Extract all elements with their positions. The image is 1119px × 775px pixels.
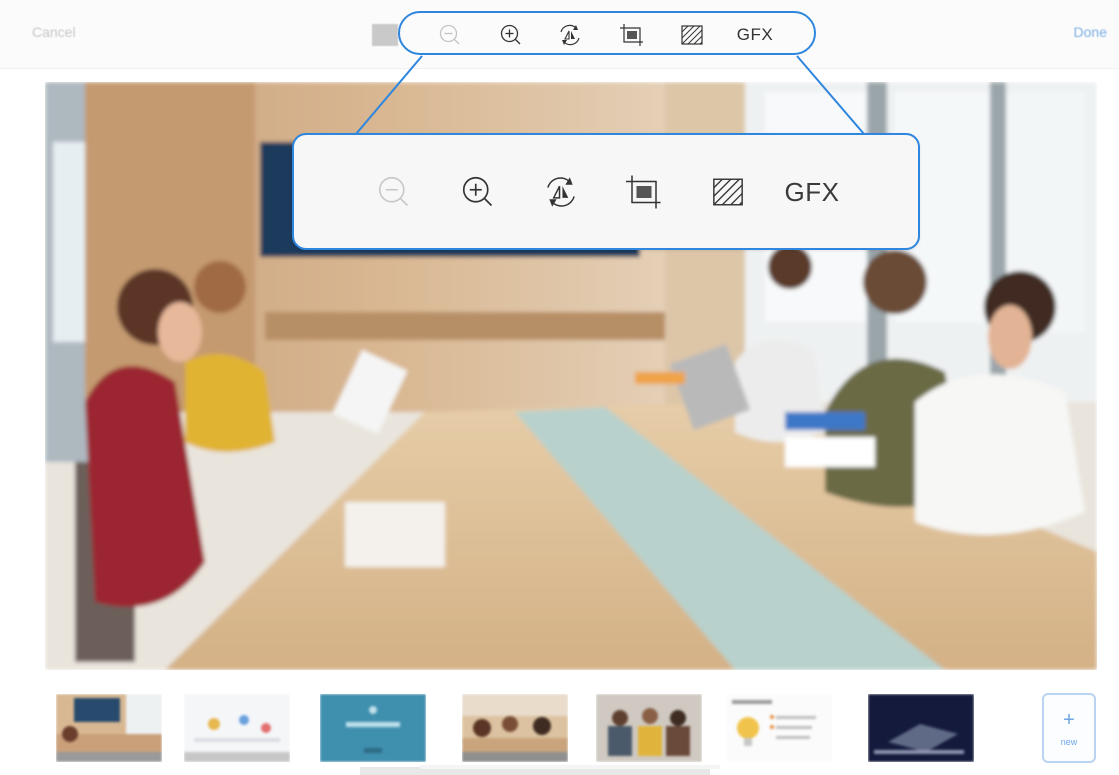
zoom-out-icon bbox=[376, 174, 412, 210]
flip-rotate-button-large[interactable] bbox=[540, 172, 582, 212]
zoom-out-button-large[interactable] bbox=[374, 172, 414, 212]
thumbnail-3[interactable] bbox=[320, 694, 426, 762]
zoom-in-icon bbox=[460, 174, 496, 210]
flip-rotate-icon bbox=[542, 174, 580, 210]
add-sub-label: new bbox=[1060, 737, 1078, 747]
gfx-button[interactable]: GFX bbox=[730, 22, 780, 48]
gfx-label: GFX bbox=[736, 25, 774, 44]
crop-button[interactable] bbox=[618, 22, 646, 48]
zoom-out-button[interactable] bbox=[438, 22, 462, 48]
thumbnail-5[interactable] bbox=[596, 694, 702, 762]
toolbar-leading-control[interactable] bbox=[372, 24, 398, 46]
crop-icon bbox=[624, 174, 664, 210]
flip-rotate-icon bbox=[557, 23, 583, 47]
thumbnail-6[interactable] bbox=[726, 694, 832, 762]
zoom-in-button-large[interactable] bbox=[458, 172, 498, 212]
bottom-divider-inner bbox=[420, 765, 720, 769]
hatch-icon bbox=[711, 175, 745, 209]
cancel-button[interactable]: Cancel bbox=[32, 24, 76, 40]
done-button[interactable]: Done bbox=[1074, 24, 1107, 40]
editing-toolbar: GFX bbox=[398, 11, 816, 55]
hatch-icon bbox=[680, 23, 704, 47]
gfx-label-large: GFX bbox=[784, 176, 840, 207]
zoom-in-icon bbox=[499, 23, 523, 47]
thumbnail-2[interactable] bbox=[184, 694, 290, 762]
pattern-button[interactable] bbox=[678, 22, 706, 48]
gfx-button-large[interactable]: GFX bbox=[780, 172, 844, 212]
crop-icon bbox=[619, 23, 645, 47]
zoom-out-icon bbox=[438, 23, 462, 47]
crop-button-large[interactable] bbox=[622, 172, 666, 212]
thumbnail-4[interactable] bbox=[462, 694, 568, 762]
thumbnail-strip bbox=[0, 686, 1119, 775]
thumbnail-1[interactable] bbox=[56, 694, 162, 762]
zoom-in-button[interactable] bbox=[498, 22, 524, 48]
pattern-button-large[interactable] bbox=[708, 172, 748, 212]
toolbar-zoom-callout: GFX bbox=[292, 133, 920, 250]
add-icon: + bbox=[1063, 709, 1075, 731]
add-slide-button[interactable]: + new bbox=[1042, 693, 1096, 763]
thumbnail-7[interactable] bbox=[868, 694, 974, 762]
flip-rotate-button[interactable] bbox=[556, 22, 584, 48]
